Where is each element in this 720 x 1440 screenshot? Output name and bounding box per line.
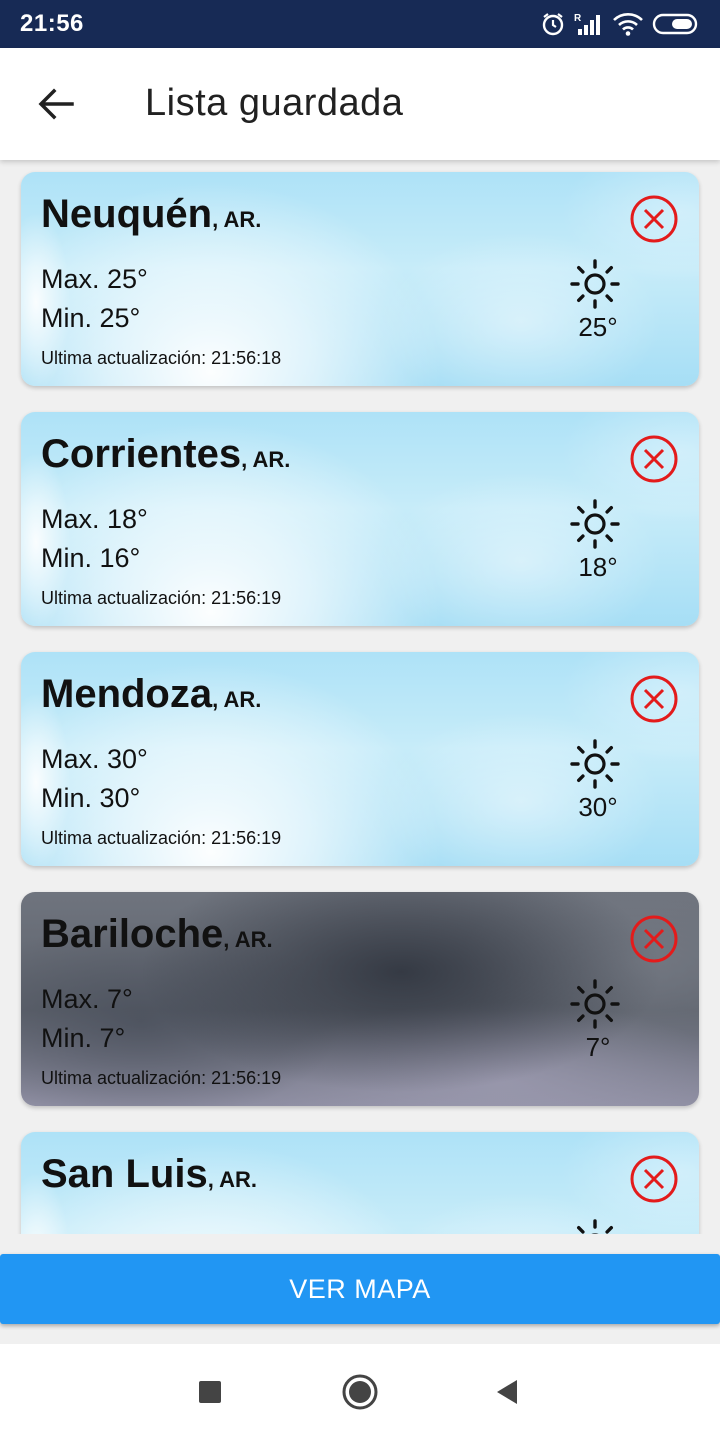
signal-icon: R	[574, 11, 604, 37]
city-name: San Luis	[41, 1152, 208, 1196]
back-button[interactable]	[28, 78, 84, 130]
close-circle-icon	[630, 1155, 678, 1203]
close-circle-icon	[630, 675, 678, 723]
city-title: San Luis, AR.	[41, 1152, 257, 1197]
recents-button[interactable]	[190, 1372, 230, 1412]
city-card[interactable]: San Luis, AR.	[21, 1132, 699, 1234]
home-button[interactable]	[340, 1372, 380, 1412]
back-triangle-icon	[497, 1380, 517, 1404]
country-code: , AR.	[241, 447, 291, 472]
remove-city-button[interactable]	[629, 674, 679, 724]
country-code: , AR.	[223, 927, 273, 952]
sun-icon	[569, 258, 621, 310]
country-code: , AR.	[212, 687, 262, 712]
max-temp: Max. 18°	[41, 504, 148, 534]
sun-icon	[569, 498, 621, 550]
last-updated: Ultima actualización: 21:56:19	[41, 588, 282, 608]
city-title: Bariloche, AR.	[41, 912, 273, 957]
city-card[interactable]: Corrientes, AR. Max. 18° Min. 16° Ultima…	[21, 412, 699, 626]
city-name: Corrientes	[41, 432, 242, 476]
max-temp: Max. 7°	[41, 984, 133, 1014]
recents-square-icon	[199, 1381, 221, 1403]
battery-icon	[652, 11, 700, 37]
status-time: 21:56	[20, 10, 84, 37]
min-temp: Min. 16°	[41, 543, 141, 573]
sun-icon	[569, 1218, 621, 1234]
city-name: Mendoza	[41, 672, 213, 716]
city-name: Bariloche	[41, 912, 224, 956]
current-temp: 7°	[585, 1032, 611, 1062]
min-temp: Min. 30°	[41, 783, 141, 813]
current-temp: 30°	[578, 792, 618, 822]
saved-cities-list[interactable]: Neuquén, AR. Max. 25° Min. 25° Ultima ac…	[0, 160, 720, 1234]
remove-city-button[interactable]	[629, 194, 679, 244]
remove-city-button[interactable]	[629, 1154, 679, 1204]
remove-city-button[interactable]	[629, 914, 679, 964]
system-back-button[interactable]	[487, 1372, 527, 1412]
status-icons: R	[540, 11, 700, 37]
arrow-left-icon	[38, 88, 74, 120]
last-updated: Ultima actualización: 21:56:19	[41, 1068, 282, 1088]
min-temp: Min. 25°	[41, 303, 141, 333]
wifi-icon	[612, 11, 644, 37]
close-circle-icon	[630, 915, 678, 963]
max-temp: Max. 25°	[41, 264, 148, 294]
current-temp: 25°	[578, 312, 618, 342]
home-circle-icon	[342, 1374, 378, 1410]
view-map-button[interactable]: VER MAPA	[0, 1254, 720, 1324]
country-code: , AR.	[212, 207, 262, 232]
city-card[interactable]: Bariloche, AR. Max. 7° Min. 7° Ultima ac…	[21, 892, 699, 1106]
app-bar: Lista guardada	[0, 48, 720, 160]
city-card[interactable]: Neuquén, AR. Max. 25° Min. 25° Ultima ac…	[21, 172, 699, 386]
alarm-icon	[540, 11, 566, 37]
city-title: Corrientes, AR.	[41, 432, 290, 477]
system-nav-bar	[0, 1344, 720, 1440]
sun-icon	[569, 978, 621, 1030]
last-updated: Ultima actualización: 21:56:19	[41, 828, 282, 848]
max-temp: Max. 30°	[41, 744, 148, 774]
status-bar: 21:56 R	[0, 0, 720, 48]
sun-icon	[569, 738, 621, 790]
city-title: Neuquén, AR.	[41, 192, 261, 237]
city-title: Mendoza, AR.	[41, 672, 261, 717]
city-name: Neuquén	[41, 192, 213, 236]
min-temp: Min. 7°	[41, 1023, 126, 1053]
city-card[interactable]: Mendoza, AR. Max. 30° Min. 30° Ultima ac…	[21, 652, 699, 866]
close-circle-icon	[630, 435, 678, 483]
remove-city-button[interactable]	[629, 434, 679, 484]
svg-text:R: R	[574, 13, 582, 24]
last-updated: Ultima actualización: 21:56:18	[41, 348, 282, 368]
current-temp: 18°	[578, 552, 618, 582]
country-code: , AR.	[207, 1167, 257, 1192]
page-title: Lista guardada	[145, 82, 404, 124]
close-circle-icon	[630, 195, 678, 243]
